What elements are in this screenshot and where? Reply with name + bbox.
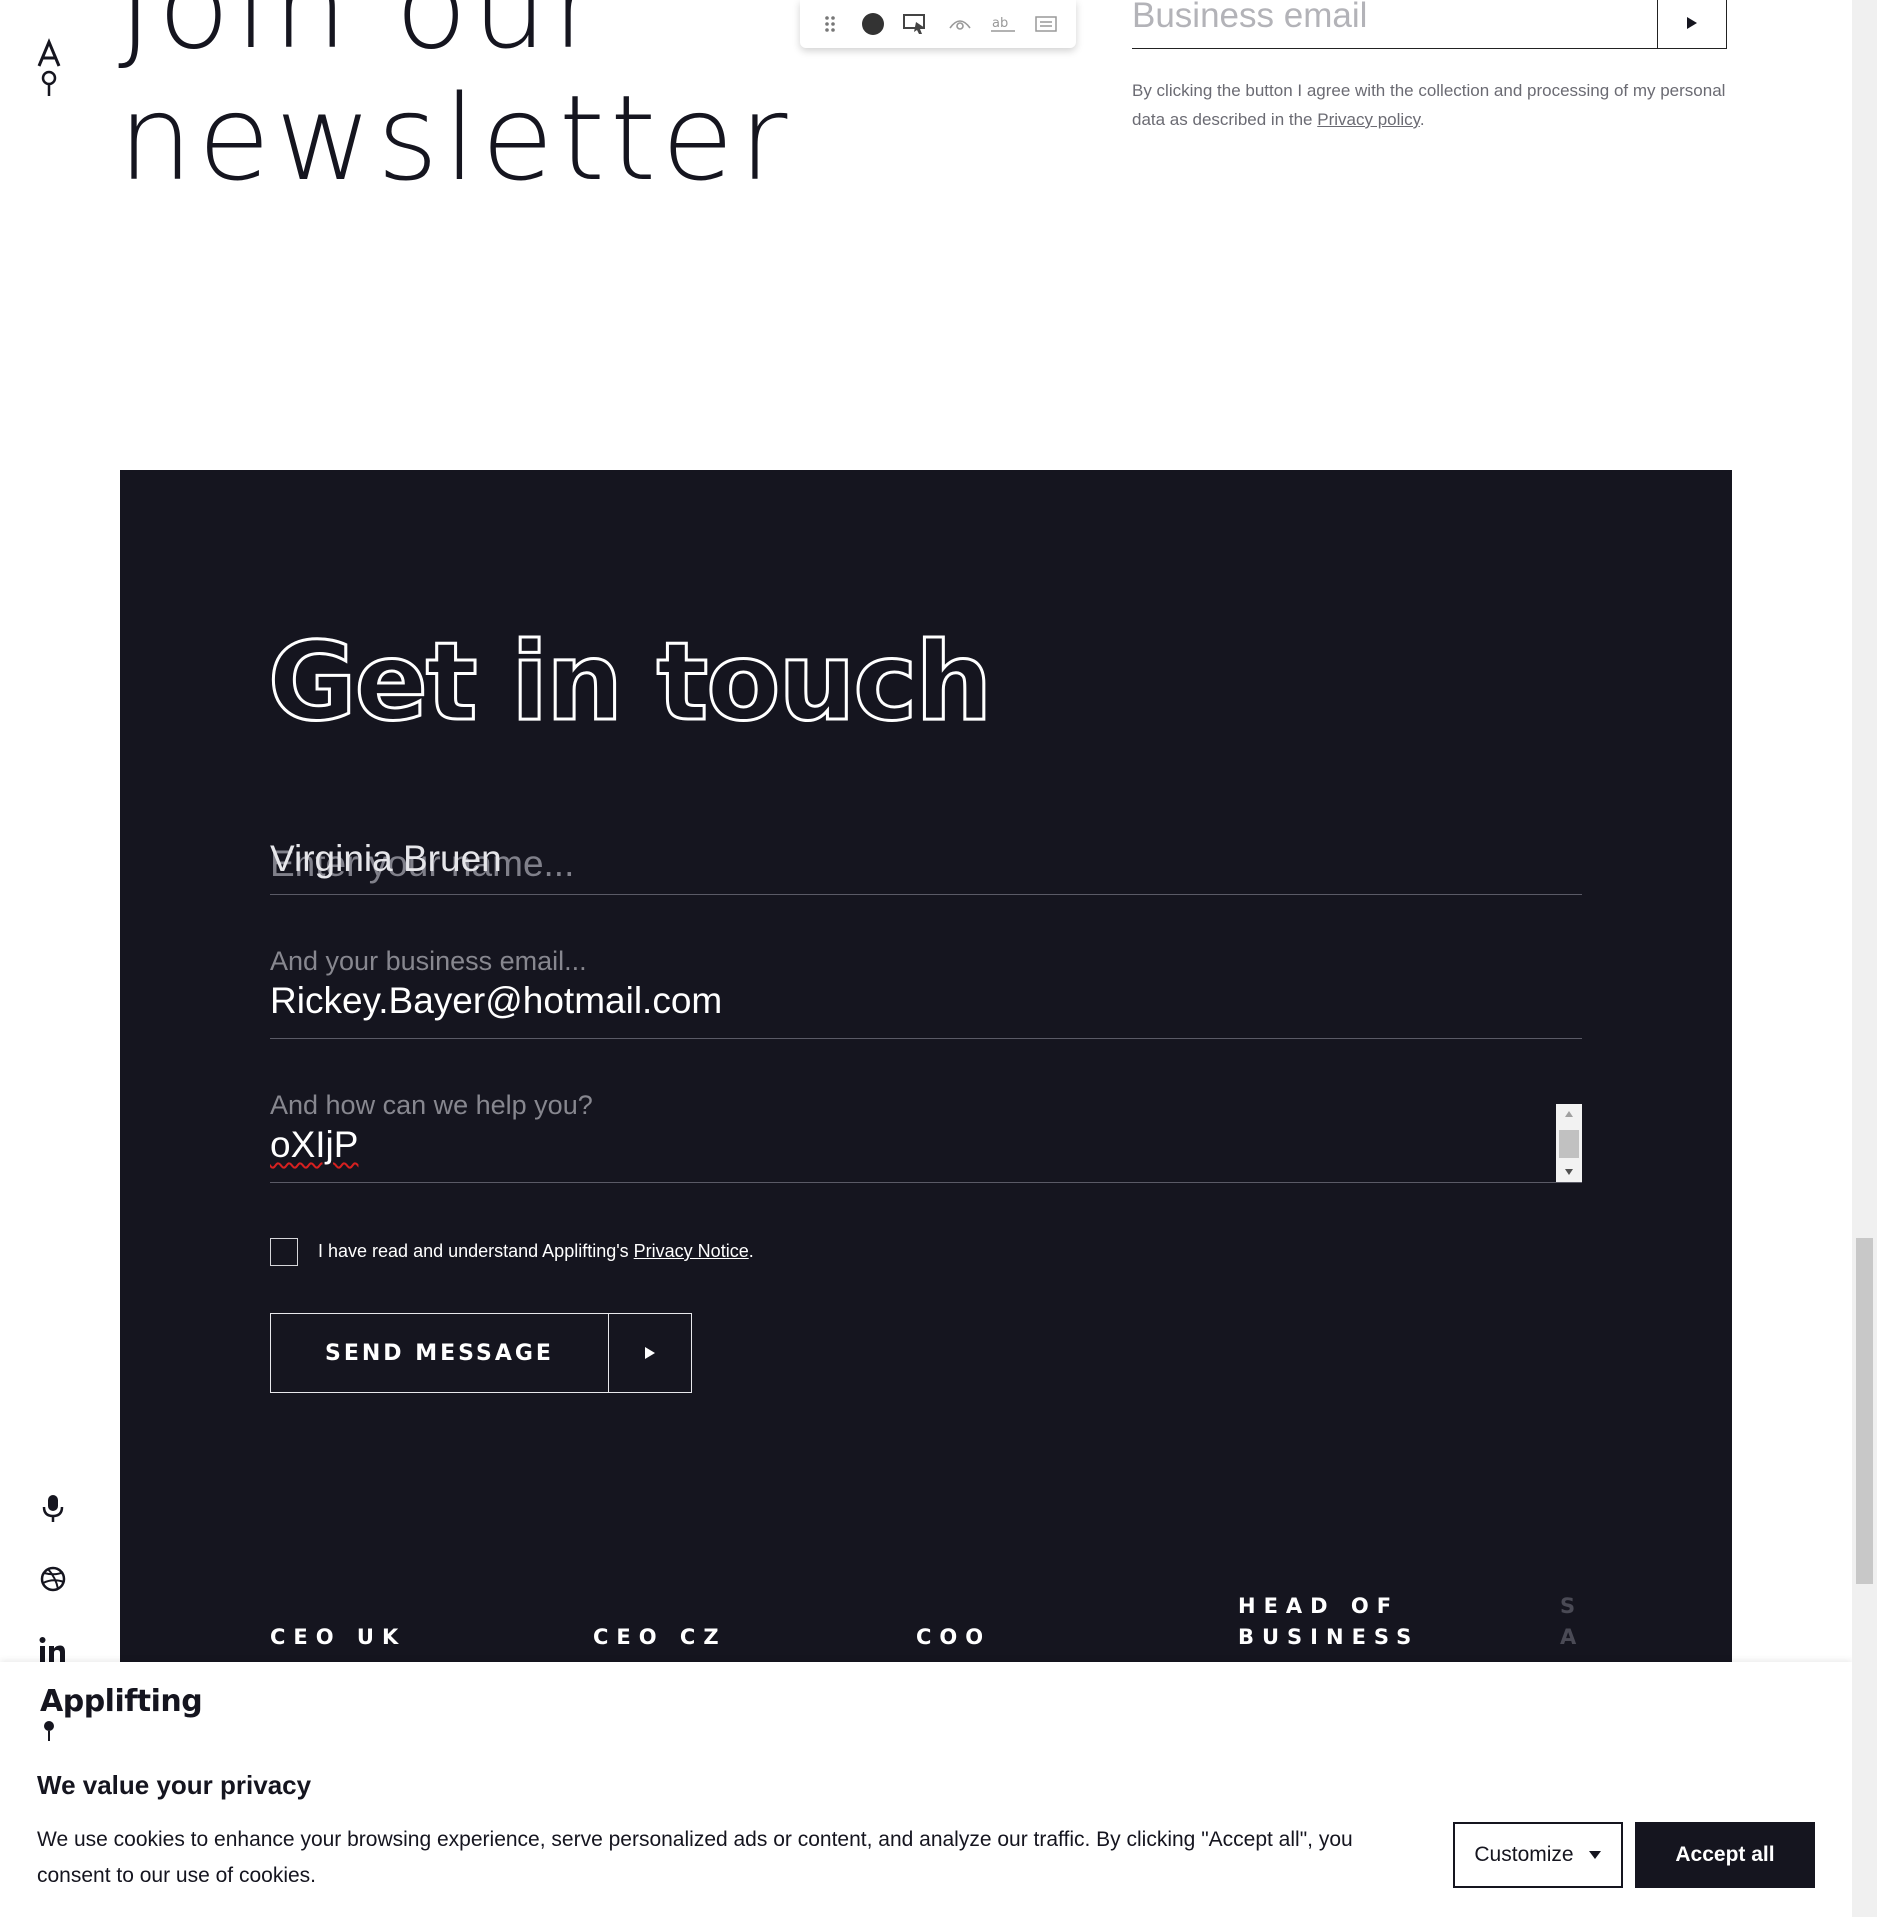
page-scroll-thumb[interactable] [1856, 1238, 1873, 1584]
logo-mark-icon [44, 1721, 54, 1741]
email-label: And your business email... [270, 946, 587, 976]
microphone-icon[interactable] [36, 1491, 70, 1525]
send-message-button[interactable]: SEND MESSAGE [270, 1313, 692, 1393]
newsletter-title-line2: newsletter [118, 69, 793, 207]
name-input[interactable]: Virginia Bruen [270, 838, 502, 880]
customize-button[interactable]: Customize [1453, 1822, 1623, 1888]
scroll-thumb[interactable] [1559, 1130, 1579, 1158]
role-coo: COO [916, 1625, 992, 1649]
message-label: And how can we help you? [270, 1090, 593, 1120]
customize-label: Customize [1474, 1843, 1574, 1866]
page-scrollbar[interactable] [1852, 0, 1877, 1917]
send-message-label: SEND MESSAGE [271, 1314, 609, 1392]
email-input[interactable]: Rickey.Bayer@hotmail.com [270, 980, 722, 1022]
cookie-text: We use cookies to enhance your browsing … [37, 1828, 1353, 1887]
newsletter-title-line1: Join our [118, 0, 606, 75]
newsletter-submit-button[interactable] [1657, 0, 1727, 49]
record-icon[interactable] [858, 9, 888, 39]
consent-prefix: By clicking the button I agree with the … [1132, 81, 1726, 129]
caret-down-icon [1588, 1851, 1601, 1859]
role-ceo-uk: CEO UK [270, 1625, 407, 1649]
scroll-up-arrow-icon[interactable] [1556, 1104, 1582, 1124]
applifting-logo-icon[interactable] [34, 36, 64, 100]
privacy-checkbox-label: I have read and understand Applifting's … [318, 1241, 754, 1262]
comment-icon[interactable] [1031, 9, 1061, 39]
privacy-policy-link[interactable]: Privacy policy [1317, 110, 1420, 129]
drag-handle-icon[interactable] [815, 9, 845, 39]
cookie-title: We value your privacy [37, 1770, 312, 1800]
text-icon[interactable]: ab [988, 9, 1018, 39]
svg-text:ab: ab [992, 16, 1008, 31]
role-head-of-business: HEAD OF BUSINESS [1238, 1594, 1420, 1649]
floating-toolbar: ab [800, 0, 1076, 48]
accept-all-button[interactable]: Accept all [1635, 1822, 1815, 1888]
privacy-checkbox[interactable] [270, 1238, 298, 1266]
dribbble-icon[interactable] [36, 1562, 70, 1596]
privacy-notice-link[interactable]: Privacy Notice [634, 1241, 749, 1261]
message-underline [270, 1182, 1582, 1183]
eye-icon[interactable] [945, 9, 975, 39]
role-partial: S A [1560, 1594, 1585, 1649]
email-underline [270, 1038, 1582, 1039]
role-ceo-cz: CEO CZ [593, 1625, 727, 1649]
scroll-down-arrow-icon[interactable] [1556, 1162, 1582, 1182]
select-element-icon[interactable] [901, 9, 931, 39]
cookie-logo-text: Applifting [40, 1684, 203, 1719]
privacy-prefix: I have read and understand Applifting's [318, 1241, 634, 1261]
message-scrollbar[interactable] [1556, 1104, 1582, 1182]
newsletter-consent-text: By clicking the button I agree with the … [1132, 76, 1732, 134]
newsletter-title: Join our newsletter [118, 0, 792, 204]
play-arrow-icon [609, 1314, 691, 1392]
business-email-input[interactable]: Business email [1132, 0, 1658, 49]
cookie-logo: Applifting [40, 1684, 203, 1741]
message-textarea[interactable]: oXIjP [270, 1124, 358, 1166]
privacy-suffix: . [748, 1241, 754, 1261]
get-in-touch-title: Get in touch [266, 619, 993, 747]
name-underline [270, 894, 1582, 895]
play-arrow-icon [1687, 17, 1697, 29]
consent-suffix: . [1419, 110, 1425, 129]
